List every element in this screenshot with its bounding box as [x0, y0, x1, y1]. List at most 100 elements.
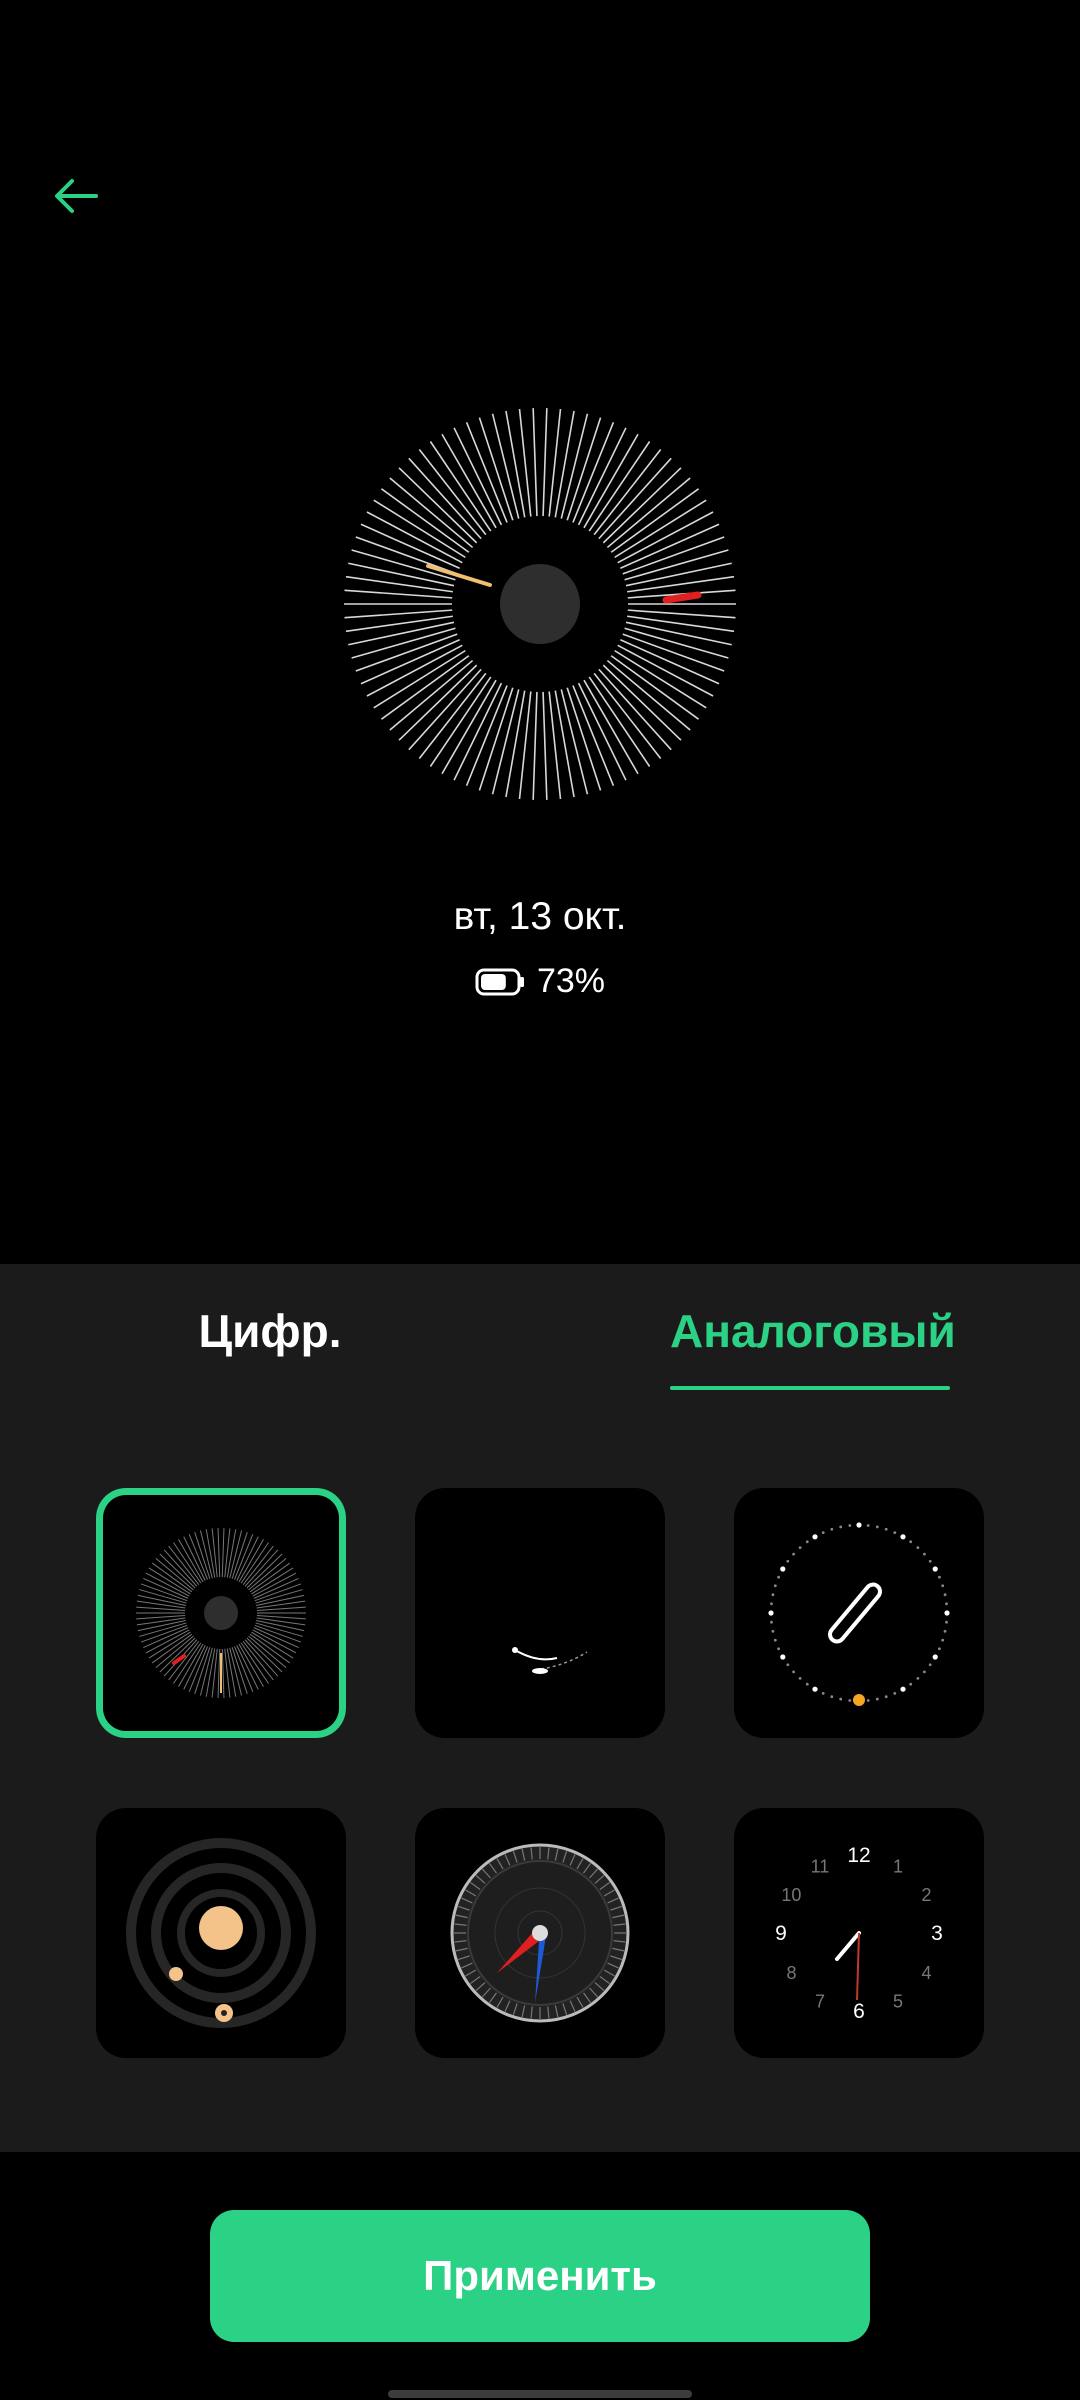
ring-dot	[928, 1559, 932, 1563]
ring-dot	[932, 1566, 938, 1572]
planet-orbits-preview	[126, 1838, 316, 2028]
ray-line	[542, 691, 548, 800]
ring-dot	[773, 1638, 777, 1642]
dial-number: 11	[811, 1856, 830, 1876]
ray-line	[256, 1617, 306, 1626]
ring-dot	[821, 1691, 825, 1695]
ring-dot	[771, 1629, 775, 1633]
ray-line	[360, 523, 460, 569]
ring-dot	[945, 1602, 948, 1606]
preview-date: вт, 13 окт.	[453, 895, 627, 938]
ray-line	[136, 1606, 186, 1611]
ring-dot	[830, 1527, 834, 1531]
ray-line	[136, 1617, 186, 1626]
ring-dot	[945, 1620, 948, 1624]
ring-dot	[941, 1638, 945, 1642]
face-tile-minimal-hands[interactable]	[415, 1488, 665, 1738]
ring-dot	[937, 1575, 941, 1579]
preview-clock-face	[344, 408, 736, 800]
ring-dot	[792, 1670, 796, 1674]
ring-dot	[943, 1629, 947, 1633]
face-tile-compass[interactable]	[415, 1808, 665, 2058]
ring-dot	[941, 1584, 945, 1588]
compass-preview	[450, 1843, 630, 2023]
ring-dot	[792, 1552, 796, 1556]
arrow-left-icon	[55, 179, 98, 213]
dial-number: 9	[775, 1922, 787, 1945]
ray-line	[221, 1648, 225, 1698]
ring-dot	[916, 1546, 920, 1550]
face-tile-planet-orbits[interactable]	[96, 1808, 346, 2058]
dial-number: 7	[815, 1992, 825, 2012]
ring-dot	[922, 1552, 926, 1556]
ring-dot	[798, 1546, 802, 1550]
ray-line	[408, 668, 482, 751]
ray-line	[224, 1528, 231, 1578]
ring-dot	[909, 1682, 913, 1686]
apply-button[interactable]: Применить	[210, 2210, 870, 2342]
ray-line	[572, 421, 615, 523]
ray-line	[532, 691, 538, 800]
ring-dot	[884, 1527, 888, 1531]
numbered-preview: 12 12 3 45 6 78 9 10 11	[775, 1844, 943, 2023]
ray-line	[256, 1615, 306, 1620]
tab-active-indicator	[670, 1386, 950, 1390]
ring-dot	[805, 1540, 809, 1544]
ray-line	[389, 477, 474, 549]
ring-dot	[893, 1691, 897, 1695]
ring-dot	[900, 1686, 906, 1692]
ring-dot	[866, 1524, 870, 1527]
home-indicator[interactable]	[388, 2390, 692, 2398]
ring-dot	[777, 1575, 781, 1579]
ray-line	[542, 408, 548, 517]
ray-line	[221, 1528, 225, 1578]
ray-line	[602, 467, 682, 544]
ring-dot	[875, 1697, 879, 1701]
ring-dot	[916, 1676, 920, 1680]
ring-dot	[805, 1682, 809, 1686]
ray-line	[465, 421, 508, 523]
minute-hand	[662, 591, 702, 604]
ring-dot	[771, 1593, 775, 1597]
ray-line	[598, 457, 672, 540]
ray-line	[566, 687, 602, 791]
tab-analog[interactable]: Аналоговый	[670, 1296, 956, 1386]
ring-dot	[768, 1610, 774, 1616]
ray-line	[217, 1648, 221, 1698]
dial-number: 4	[922, 1963, 932, 1983]
ray-line	[217, 1528, 221, 1578]
ray-line	[627, 575, 735, 593]
ray-line	[211, 1648, 218, 1698]
back-button[interactable]	[40, 160, 112, 232]
ray-line	[256, 1606, 306, 1611]
minimal-hands-preview	[512, 1647, 588, 1674]
ring-dot	[773, 1584, 777, 1588]
ring-dot	[884, 1695, 888, 1699]
face-tile-dotted-ring[interactable]	[734, 1488, 984, 1738]
ring-dot	[866, 1699, 870, 1702]
clock-center	[500, 564, 580, 644]
ray-line	[602, 664, 682, 741]
ray-line	[491, 689, 520, 795]
ray-line	[345, 575, 453, 593]
ring-dot	[798, 1676, 802, 1680]
face-tile-radial-lines[interactable]	[96, 1488, 346, 1738]
dial-number: 1	[893, 1856, 903, 1876]
tab-digital[interactable]: Цифр.	[150, 1296, 390, 1386]
dial-number: 10	[781, 1885, 801, 1905]
ray-line	[224, 1648, 231, 1698]
face-tile-numbered[interactable]: 12 1 2 3 4 5 6 7 8 9 10 11	[734, 1808, 984, 2058]
dial-number: 5	[893, 1992, 903, 2012]
ring-dot	[777, 1647, 781, 1651]
ring-dot	[848, 1524, 852, 1527]
ring-dot	[909, 1540, 913, 1544]
ray-line	[627, 609, 736, 619]
ray-line	[360, 639, 460, 685]
ring-dot	[786, 1663, 790, 1667]
ray-line	[572, 685, 615, 787]
ray-line	[478, 417, 514, 521]
radial-lines-preview	[136, 1528, 306, 1698]
ray-line	[398, 467, 478, 544]
ray-line	[344, 609, 453, 619]
watch-face-screen: вт, 13 окт. 73% Цифр. Аналоговый 12 1 2 …	[0, 0, 1080, 2400]
